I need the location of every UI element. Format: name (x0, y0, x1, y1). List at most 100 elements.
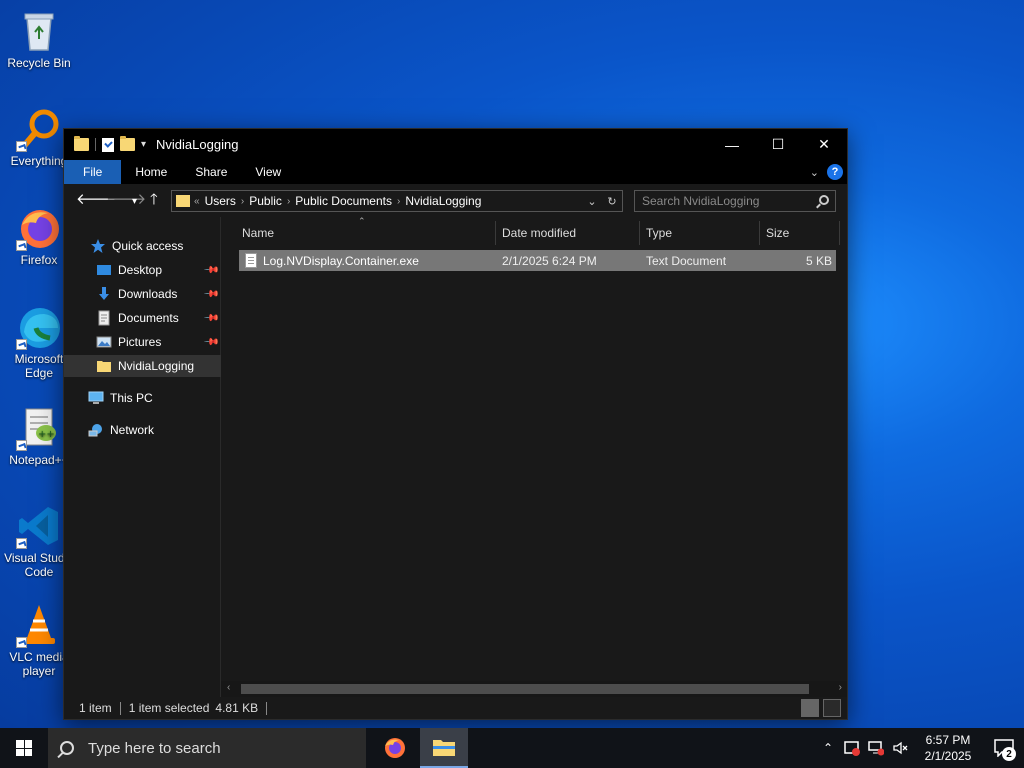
recent-locations-dropdown[interactable]: ▾ (132, 194, 137, 210)
minimize-button[interactable]: — (709, 129, 755, 160)
notification-center-button[interactable]: 2 (984, 728, 1024, 768)
pin-icon[interactable]: 📌 (202, 286, 219, 303)
properties-icon[interactable] (102, 137, 114, 152)
breadcrumb-users[interactable]: Users (205, 194, 236, 208)
file-explorer-icon (433, 740, 455, 756)
sidebar-item-label: Pictures (118, 335, 162, 349)
tab-file[interactable]: File (64, 160, 122, 184)
navigation-bar: 🡐 🡒 ▾ 🡑 « Users › Public › Public Docume… (64, 184, 847, 217)
details-view-button[interactable] (801, 699, 819, 717)
sidebar-item-network[interactable]: Network (64, 419, 221, 441)
sidebar-item-desktop[interactable]: Desktop 📌 (64, 259, 221, 281)
status-divider (119, 701, 121, 715)
breadcrumb-separator-icon[interactable]: › (287, 196, 290, 207)
pin-icon[interactable]: 📌 (202, 310, 219, 327)
breadcrumb-public[interactable]: Public (249, 194, 282, 208)
expand-ribbon-icon[interactable]: ⌄ (810, 166, 819, 179)
taskbar: Type here to search ⌃ 6:57 PM 2/1/2025 2 (0, 728, 1024, 768)
scroll-right-icon[interactable]: › (839, 682, 842, 693)
column-header-size[interactable]: Size (760, 221, 840, 245)
breadcrumb-nvidialogging[interactable]: NvidiaLogging (405, 194, 481, 208)
customize-toolbar-dropdown-icon[interactable]: ▾ (141, 139, 146, 150)
breadcrumb-separator-icon[interactable]: › (397, 196, 400, 207)
edge-icon (16, 304, 62, 350)
file-date-cell: 2/1/2025 6:24 PM (502, 253, 597, 268)
breadcrumb-public-documents[interactable]: Public Documents (295, 194, 392, 208)
network-disconnected-icon[interactable] (864, 728, 888, 768)
title-bar[interactable]: ▾ NvidiaLogging — ☐ ✕ (64, 129, 847, 160)
firefox-icon (16, 205, 62, 251)
folder-icon (176, 195, 190, 207)
status-selected-size: 4.81 KB (215, 701, 259, 715)
file-size-cell: 5 KB (805, 253, 832, 268)
shortcut-arrow-icon (16, 339, 27, 350)
column-headers: ⌃ Name Date modified Type Size (221, 216, 847, 245)
pin-icon[interactable]: 📌 (202, 334, 219, 351)
sidebar-item-quick-access[interactable]: Quick access (64, 235, 221, 257)
forward-button[interactable]: 🡒 (106, 192, 146, 208)
sidebar-item-documents[interactable]: Documents 📌 (64, 307, 221, 329)
taskbar-search-box[interactable]: Type here to search (48, 728, 366, 768)
taskbar-file-explorer[interactable] (420, 728, 468, 768)
shortcut-arrow-icon (16, 440, 27, 451)
vscode-icon (16, 503, 62, 549)
tab-home[interactable]: Home (121, 160, 181, 184)
shortcut-arrow-icon (16, 240, 27, 251)
firefox-icon (385, 738, 405, 758)
shortcut-arrow-icon (16, 637, 27, 648)
show-hidden-icons-icon[interactable]: ⌃ (816, 728, 840, 768)
clock-time: 6:57 PM (925, 733, 971, 747)
new-folder-icon[interactable] (120, 136, 135, 151)
address-bar[interactable]: « Users › Public › Public Documents › Nv… (171, 190, 623, 212)
sidebar-item-pictures[interactable]: Pictures 📌 (64, 331, 221, 353)
search-icon[interactable] (819, 195, 829, 205)
large-icons-view-button[interactable] (823, 699, 841, 717)
address-dropdown-icon[interactable]: ⌄ (582, 191, 602, 211)
search-box[interactable] (634, 190, 836, 212)
sidebar-item-label: Documents (118, 311, 179, 325)
taskbar-firefox[interactable] (371, 728, 419, 768)
refresh-icon[interactable]: ↻ (602, 191, 622, 211)
sidebar-item-label: Quick access (112, 239, 184, 253)
clock-date: 2/1/2025 (924, 749, 972, 763)
ribbon-tabs: File Home Share View ⌄ ? (64, 160, 847, 184)
status-bar: 1 item 1 item selected 4.81 KB (64, 697, 847, 719)
file-list: ⌃ Name Date modified Type Size Log.NVDis… (221, 216, 847, 682)
tab-view[interactable]: View (241, 160, 295, 184)
horizontal-scrollbar[interactable]: ‹ › (221, 681, 847, 697)
search-input[interactable] (642, 194, 807, 208)
table-row[interactable]: Log.NVDisplay.Container.exe 2/1/2025 6:2… (239, 250, 836, 271)
start-button[interactable] (0, 728, 48, 768)
sidebar-item-label: Downloads (118, 287, 178, 301)
tab-share[interactable]: Share (181, 160, 241, 184)
file-name-cell: Log.NVDisplay.Container.exe (245, 250, 419, 271)
clock[interactable]: 6:57 PM 2/1/2025 (912, 732, 984, 764)
documents-icon (96, 310, 112, 326)
security-alert-icon[interactable] (840, 728, 864, 768)
maximize-button[interactable]: ☐ (755, 129, 801, 160)
desktop-icon-recycle-bin[interactable]: Recycle Bin (1, 8, 77, 70)
sidebar-item-this-pc[interactable]: This PC (64, 387, 221, 409)
sidebar-item-downloads[interactable]: Downloads 📌 (64, 283, 221, 305)
sidebar-item-nvidialogging[interactable]: NvidiaLogging (64, 355, 221, 377)
status-divider (266, 701, 268, 715)
vlc-icon (16, 602, 62, 648)
close-button[interactable]: ✕ (801, 129, 847, 160)
volume-muted-icon[interactable] (888, 728, 912, 768)
window-controls: — ☐ ✕ (709, 129, 847, 160)
search-icon (60, 741, 74, 755)
scrollbar-thumb[interactable] (241, 684, 809, 694)
up-button[interactable]: 🡑 (150, 192, 158, 208)
help-icon[interactable]: ? (827, 164, 843, 180)
desktop-icon-label: Everything (10, 154, 68, 168)
notification-count-badge: 2 (1002, 747, 1016, 761)
column-header-name[interactable]: Name (236, 221, 496, 245)
window-title: NvidiaLogging (156, 137, 239, 152)
scroll-left-icon[interactable]: ‹ (227, 682, 230, 693)
column-header-type[interactable]: Type (640, 221, 760, 245)
pin-icon[interactable]: 📌 (202, 262, 219, 279)
column-header-date-modified[interactable]: Date modified (496, 221, 640, 245)
breadcrumb-overflow[interactable]: « (194, 196, 200, 207)
breadcrumb-separator-icon[interactable]: › (241, 196, 244, 207)
desktop-icon-label: Recycle Bin (7, 56, 71, 70)
